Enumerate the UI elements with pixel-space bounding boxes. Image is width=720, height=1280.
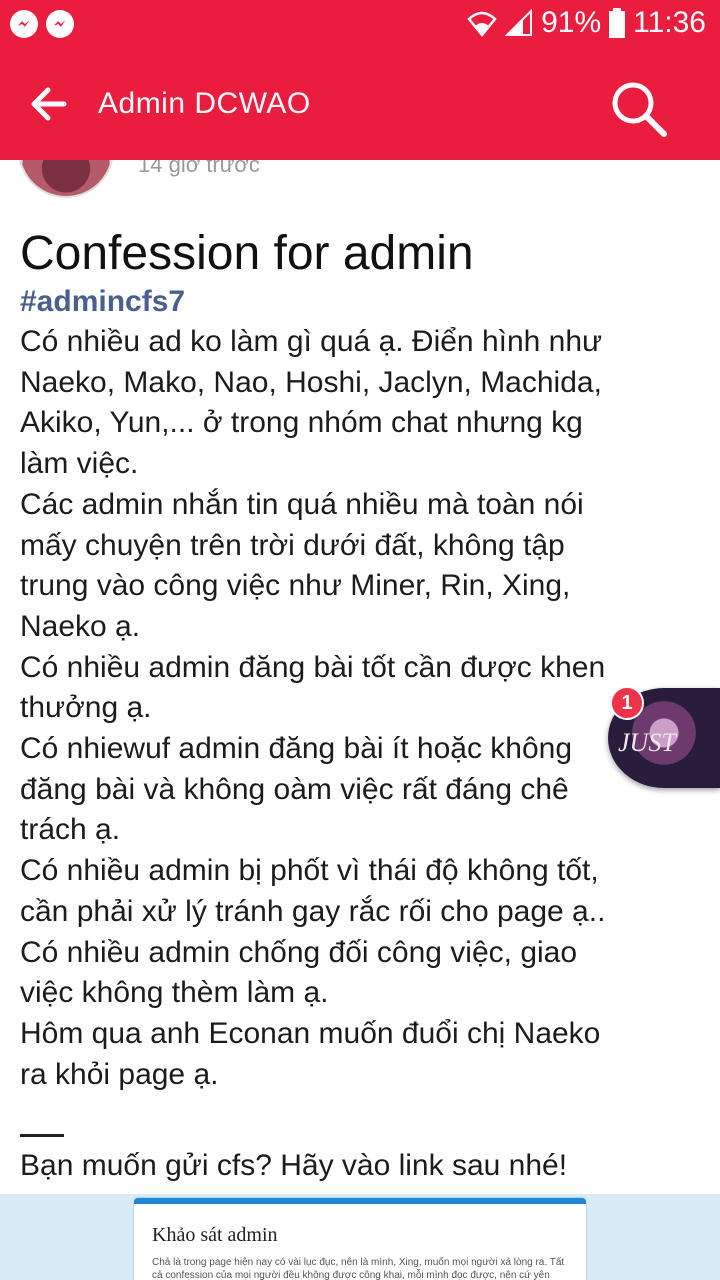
chat-head-label: JUST (618, 728, 676, 757)
post-line: mấy chuyện trên trời dưới đất, không tập (20, 528, 565, 562)
avatar[interactable] (18, 160, 114, 198)
post-line: đăng bài và không oàm việc rất đáng chê (20, 772, 569, 806)
post-line: thưởng ạ. (20, 691, 152, 725)
link-preview-title: Khảo sát admin (152, 1224, 278, 1246)
arrow-left-icon[interactable] (28, 86, 68, 122)
status-bar: 91% 11:36 (0, 0, 720, 48)
battery-icon (609, 8, 626, 38)
post-line: Hôm qua anh Econan muốn đuổi chị Naeko (20, 1016, 601, 1050)
messenger-icon (10, 10, 38, 38)
app-bar: Admin DCWAO (0, 48, 720, 160)
post-line: Có nhiều admin bị phốt vì thái độ không … (20, 854, 599, 888)
post-body: Có nhiều ad ko làm gì quá ạ. Điển hình n… (20, 322, 700, 1095)
post-line: việc không thèm làm ạ. (20, 976, 329, 1010)
post-line: trách ạ. (20, 813, 121, 847)
post-line: làm việc. (20, 447, 139, 481)
battery-percent: 91% (541, 6, 602, 39)
system-status: 91% 11:36 (467, 6, 706, 40)
notification-icons (10, 10, 74, 38)
post-line: Akiko, Yun,... ở trong nhóm chat nhưng k… (20, 406, 583, 440)
link-prompt: Bạn muốn gửi cfs? Hãy vào link sau nhé! (20, 1149, 568, 1182)
post-line: Có nhiewuf admin đăng bài ít hoặc không (20, 732, 573, 766)
notification-badge: 1 (610, 686, 644, 720)
post-time: 14 giờ trước (138, 160, 260, 177)
messenger-icon (46, 10, 74, 38)
post-title: Confession for admin (20, 227, 474, 280)
hashtag-link[interactable]: #admincfs7 (20, 284, 185, 320)
post-line: Naeko, Mako, Nao, Hoshi, Jaclyn, Machida… (20, 365, 602, 399)
post-line: cần phải xử lý tránh gay rắc rối cho pag… (20, 894, 606, 928)
post-line: Có nhiều admin đăng bài tốt cần được khe… (20, 650, 606, 684)
link-preview-card[interactable]: Khảo sát admin Chả là trong page hiện na… (134, 1198, 586, 1280)
signal-icon (505, 9, 533, 36)
link-preview-text: Chả là trong page hiện nay có vài lục đụ… (152, 1257, 565, 1280)
clock: 11:36 (633, 6, 706, 39)
post-line: Các admin nhắn tin quá nhiều mà toàn nói (20, 487, 584, 521)
post-line: ra khỏi page ạ. (20, 1057, 219, 1091)
wifi-icon (467, 11, 497, 37)
search-icon[interactable] (608, 78, 670, 140)
post-line: Có nhiều ad ko làm gì quá ạ. Điển hình n… (20, 325, 603, 358)
post-line: trung vào công việc như Miner, Rin, Xing… (20, 569, 571, 603)
post-line: Có nhiều admin chống đối công việc, giao (20, 935, 578, 969)
link-preview[interactable]: Khảo sát admin Chả là trong page hiện na… (0, 1194, 720, 1280)
page-title: Admin DCWAO (98, 87, 311, 120)
post-line: Naeko ạ. (20, 609, 141, 643)
divider (20, 1134, 64, 1137)
